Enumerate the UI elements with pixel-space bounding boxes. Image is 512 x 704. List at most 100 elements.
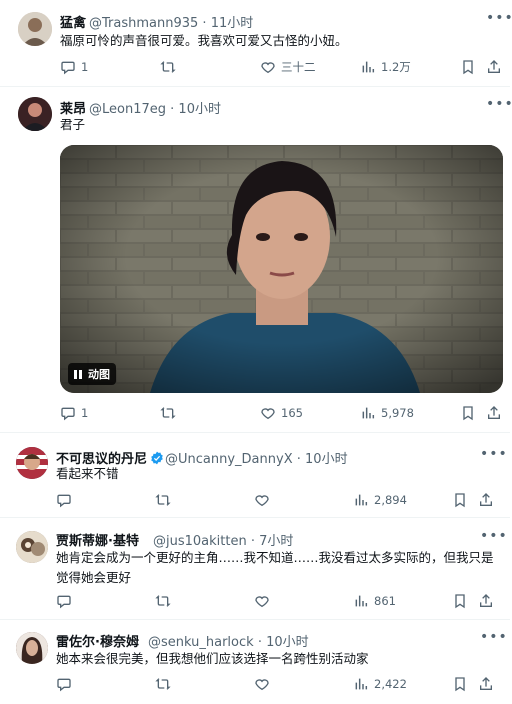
share-icon: [480, 493, 492, 506]
separator: ·: [296, 452, 301, 467]
avatar[interactable]: [18, 12, 52, 46]
views-button[interactable]: 861: [353, 593, 396, 609]
heart-icon: [255, 495, 269, 507]
views-count: 861: [374, 594, 396, 608]
reply-icon: [61, 407, 75, 421]
like-count: 三十二: [281, 60, 316, 74]
bar-chart-icon: [355, 678, 368, 690]
author-handle[interactable]: @Uncanny_DannyX: [165, 452, 293, 467]
more-icon[interactable]: •••: [486, 96, 512, 112]
views-count: 1.2万: [381, 60, 411, 74]
tweet-text: 她本来会很完美，但我想他们应该选择一名跨性别活动家: [56, 651, 369, 666]
retweet-button[interactable]: [160, 405, 181, 421]
action-bar: 1 165 5,978: [0, 405, 510, 425]
retweet-icon: [155, 595, 171, 607]
more-icon[interactable]: •••: [480, 629, 508, 645]
gif-label: 动图: [88, 368, 110, 381]
tweet-media-gif[interactable]: 动图: [60, 145, 503, 393]
retweet-button[interactable]: [155, 492, 176, 508]
share-button[interactable]: [486, 405, 502, 421]
retweet-button[interactable]: [155, 676, 176, 692]
bookmark-icon: [455, 677, 465, 692]
tweet-text: 她肯定会成为一个更好的主角……我不知道……我没看过太多实际的，但我只是 觉得她会…: [56, 548, 494, 588]
bar-chart-icon: [362, 407, 375, 419]
views-count: 2,422: [374, 677, 407, 691]
action-bar: 861: [0, 593, 510, 613]
reply-count: 1: [81, 406, 89, 420]
retweet-icon: [160, 407, 176, 419]
author-name[interactable]: 贾斯蒂娜·基特: [56, 530, 139, 549]
author-handle[interactable]: @Trashmann935: [89, 16, 198, 31]
views-button[interactable]: 5,978: [360, 405, 414, 421]
reply-button[interactable]: [56, 492, 77, 508]
author-handle[interactable]: @senku_harlock: [148, 635, 254, 650]
author-handle[interactable]: @Leon17eg: [89, 102, 166, 117]
timestamp[interactable]: 10小时: [266, 635, 309, 650]
tweet-5[interactable]: 雷佐尔·穆奈姆 @senku_harlock · 10小时 ••• 她本来会很完…: [0, 624, 510, 704]
share-button[interactable]: [478, 593, 494, 609]
share-button[interactable]: [478, 676, 494, 692]
bookmark-button[interactable]: [460, 59, 476, 75]
retweet-button[interactable]: [155, 593, 176, 609]
retweet-icon: [155, 494, 171, 506]
like-button[interactable]: [254, 492, 275, 508]
bookmark-icon: [463, 60, 473, 75]
bookmark-button[interactable]: [452, 593, 468, 609]
views-count: 5,978: [381, 406, 414, 420]
share-button[interactable]: [486, 59, 502, 75]
like-count: 165: [281, 406, 303, 420]
bar-chart-icon: [355, 494, 368, 506]
reply-button[interactable]: [56, 676, 77, 692]
tweet-1[interactable]: 猛禽 @Trashmann935 · 11小时 ••• 福原可怜的声音很可爱。我…: [0, 0, 512, 87]
tweet-4[interactable]: 贾斯蒂娜·基特 @jus10akitten · 7小时 ••• 她肯定会成为一个…: [0, 521, 510, 620]
author-name[interactable]: 猛禽: [60, 12, 86, 31]
avatar[interactable]: [18, 97, 52, 131]
like-button[interactable]: [254, 593, 275, 609]
avatar[interactable]: [16, 447, 48, 479]
more-icon[interactable]: •••: [486, 10, 512, 26]
like-button[interactable]: 三十二: [260, 59, 316, 75]
more-icon[interactable]: •••: [480, 528, 508, 544]
gif-badge[interactable]: 动图: [68, 363, 116, 385]
timestamp[interactable]: 7小时: [259, 534, 293, 549]
more-icon[interactable]: •••: [480, 446, 508, 462]
bookmark-icon: [455, 493, 465, 508]
retweet-button[interactable]: [160, 59, 181, 75]
bookmark-button[interactable]: [452, 676, 468, 692]
reply-button[interactable]: [56, 593, 77, 609]
reply-icon: [61, 61, 75, 75]
author-name[interactable]: 雷佐尔·穆奈姆: [56, 631, 139, 650]
views-button[interactable]: 2,422: [353, 676, 407, 692]
reply-button[interactable]: 1: [60, 59, 88, 75]
bookmark-button[interactable]: [452, 492, 468, 508]
avatar[interactable]: [16, 632, 48, 664]
timestamp[interactable]: 11小时: [211, 16, 254, 31]
tweet-text: 福原可怜的声音很可爱。我喜欢可爱又古怪的小妞。: [60, 33, 348, 48]
tweet-3[interactable]: 不可思议的丹尼 @Uncanny_DannyX · 10小时 ••• 看起来不错…: [0, 437, 510, 518]
bar-chart-icon: [362, 61, 375, 73]
timestamp[interactable]: 10小时: [178, 102, 221, 117]
share-button[interactable]: [478, 492, 494, 508]
bookmark-button[interactable]: [460, 405, 476, 421]
views-button[interactable]: 2,894: [353, 492, 407, 508]
views-button[interactable]: 1.2万: [360, 59, 411, 75]
timestamp[interactable]: 10小时: [305, 452, 348, 467]
like-button[interactable]: [254, 676, 275, 692]
tweet-2[interactable]: 莱昂 @Leon17eg · 10小时 ••• 君子 动图 1 165 5,97…: [0, 87, 512, 433]
tweet-text: 看起来不错: [56, 466, 119, 481]
reply-icon: [57, 494, 71, 508]
reply-icon: [57, 595, 71, 609]
tweet-text-line: 她肯定会成为一个更好的主角……我不知道……我没看过太多实际的，但我只是: [56, 550, 494, 565]
reply-button[interactable]: 1: [60, 405, 88, 421]
media-image: [60, 145, 503, 393]
share-icon: [488, 60, 500, 73]
like-button[interactable]: 165: [260, 405, 303, 421]
retweet-icon: [155, 678, 171, 690]
bookmark-icon: [463, 406, 473, 421]
heart-icon: [261, 62, 275, 74]
bar-chart-icon: [355, 595, 368, 607]
avatar[interactable]: [16, 531, 48, 563]
bookmark-icon: [455, 594, 465, 609]
reply-icon: [57, 678, 71, 692]
author-handle[interactable]: @jus10akitten: [153, 534, 247, 549]
